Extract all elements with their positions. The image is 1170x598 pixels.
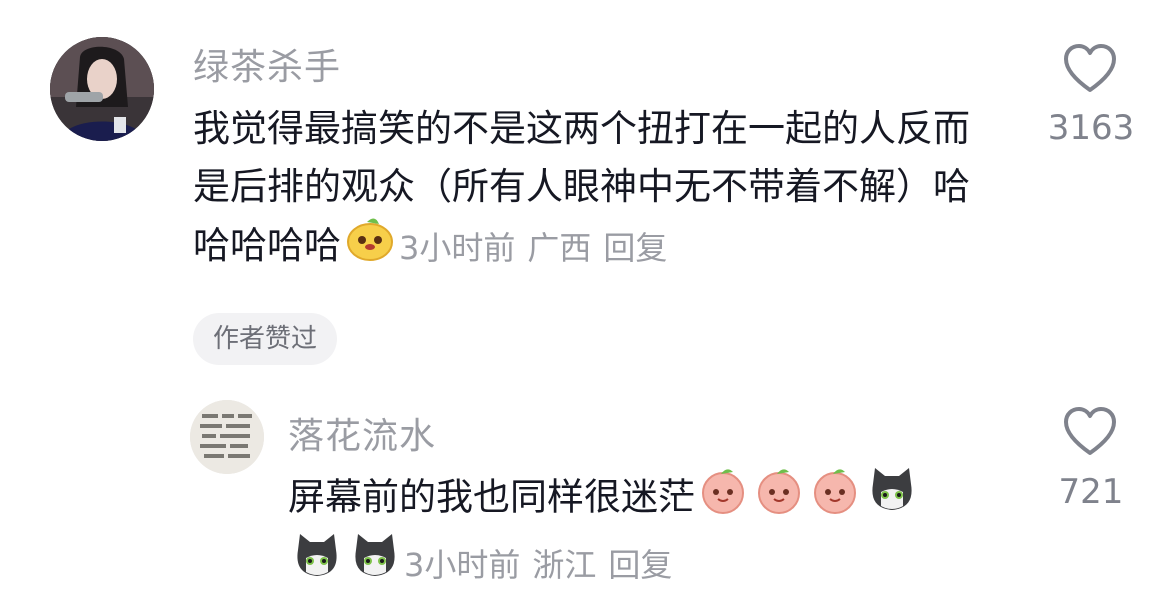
reply-like-button[interactable]	[1062, 405, 1118, 461]
comment-text: 我觉得最搞笑的不是这两个扭打在一起的人反而是后排的观众（所有人眼神中无不带着不解…	[193, 100, 1003, 279]
like-count: 3163	[1047, 108, 1135, 148]
cat-face-emoji	[350, 532, 400, 598]
reply-location: 浙江	[532, 546, 597, 584]
author-liked-badge: 作者赞过	[193, 313, 338, 365]
reply-body: 屏幕前的我也同样很迷茫	[288, 475, 695, 519]
reply-to-reply-link[interactable]: 回复	[608, 546, 672, 584]
heart-outline-icon	[1064, 407, 1116, 455]
peach-face-emoji	[699, 466, 747, 532]
comment-location: 广西	[527, 228, 592, 267]
comment-time: 3小时前	[399, 228, 516, 267]
replier-avatar[interactable]	[190, 400, 264, 474]
reply-time: 3小时前	[404, 546, 521, 584]
heart-outline-icon	[1064, 44, 1116, 92]
reply-link[interactable]: 回复	[603, 229, 667, 267]
like-button[interactable]	[1062, 42, 1118, 98]
reply-meta: 3小时前 浙江 回复	[404, 546, 684, 584]
peach-face-emoji	[811, 466, 859, 532]
cat-face-emoji	[292, 532, 342, 598]
commenter-username[interactable]: 绿茶杀手	[193, 38, 341, 90]
replier-username[interactable]: 落花流水	[288, 407, 436, 459]
reply-text: 屏幕前的我也同样很迷茫 3小时前 浙江 回复	[288, 466, 988, 598]
peach-face-emoji	[755, 466, 803, 532]
reply-like-count: 721	[1058, 472, 1124, 512]
comment-meta: 3小时前 广西 回复	[399, 229, 679, 267]
smiling-yellow-face-emoji	[345, 216, 395, 279]
cat-face-emoji	[867, 466, 917, 532]
commenter-avatar[interactable]	[50, 37, 154, 141]
